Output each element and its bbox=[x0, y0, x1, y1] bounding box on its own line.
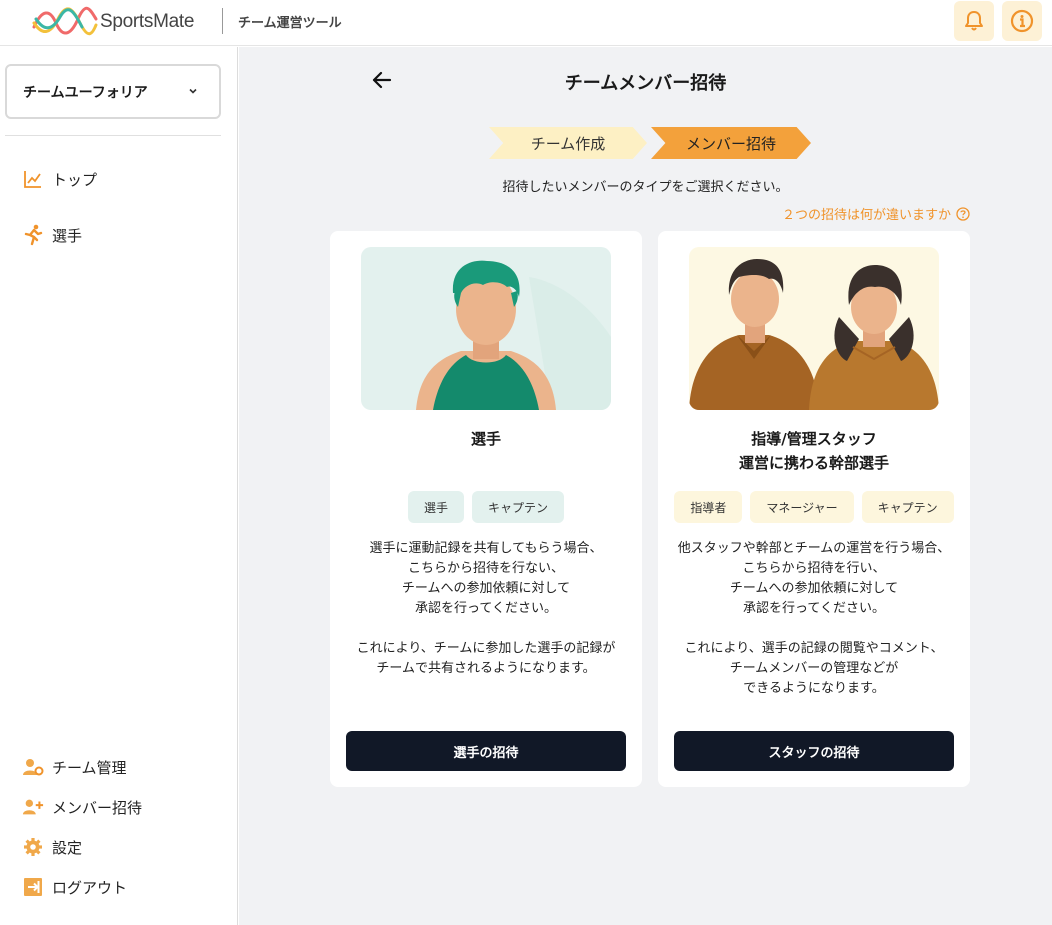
user-plus-icon bbox=[22, 796, 44, 818]
runner-icon bbox=[22, 224, 44, 246]
notifications-button[interactable] bbox=[954, 1, 994, 41]
chart-line-icon bbox=[22, 168, 44, 190]
staff-card-title: 指導/管理スタッフ 運営に携わる幹部選手 bbox=[658, 427, 970, 475]
difference-help-link[interactable]: ２つの招待は何が違いますか bbox=[782, 204, 970, 223]
team-select-value: チームユーフォリア bbox=[23, 84, 148, 101]
user-gear-icon bbox=[22, 756, 44, 778]
staff-card-description: 他スタッフや幹部とチームの運営を行う場合、 こちらから招待を行い、 チームへの参… bbox=[677, 541, 951, 696]
sidebar-divider bbox=[5, 135, 221, 136]
logo[interactable]: SportsMate bbox=[32, 5, 194, 39]
question-circle-icon bbox=[956, 206, 970, 221]
staff-tag-list: 指導者 マネージャー キャプテン bbox=[658, 491, 970, 523]
main-content: チームメンバー招待 チーム作成 メンバー招待 招待したいメンバーのタイプをご選択… bbox=[239, 47, 1052, 925]
instruction-text: 招待したいメンバーのタイプをご選択ください。 bbox=[502, 180, 789, 195]
page-title: チームメンバー招待 bbox=[564, 73, 727, 94]
back-button[interactable] bbox=[370, 68, 394, 92]
bell-icon bbox=[965, 11, 983, 31]
sidebar-item-label: メンバー招待 bbox=[52, 798, 143, 817]
logout-icon bbox=[22, 876, 44, 898]
header-divider bbox=[222, 8, 223, 34]
sidebar-item-label: チーム管理 bbox=[52, 758, 127, 777]
sidebar: チームユーフォリア トップ 選手 チーム管理 メンバー招待 設定 ログアウト bbox=[0, 47, 238, 925]
sidebar-item-label: トップ bbox=[52, 170, 98, 189]
staff-illustration bbox=[689, 247, 939, 410]
logo-wave-icon bbox=[32, 6, 98, 36]
sidebar-item-top[interactable]: トップ bbox=[22, 168, 97, 190]
gear-icon bbox=[22, 836, 44, 858]
tag: キャプテン bbox=[472, 491, 565, 523]
player-card-description: 選手に運動記録を共有してもらう場合、 こちらから招待を行ない、 チームへの参加依… bbox=[356, 541, 616, 676]
sidebar-item-member-invite[interactable]: メンバー招待 bbox=[22, 796, 142, 818]
player-illustration bbox=[361, 247, 611, 410]
step-team-create: チーム作成 bbox=[489, 127, 647, 159]
player-invite-card: 選手 選手 キャプテン 選手に運動記録を共有してもらう場合、 こちらから招待を行… bbox=[330, 231, 642, 787]
tag: キャプテン bbox=[861, 491, 954, 523]
info-icon bbox=[1010, 9, 1034, 33]
tag: マネージャー bbox=[750, 491, 854, 523]
sidebar-item-logout[interactable]: ログアウト bbox=[22, 876, 127, 898]
player-tag-list: 選手 キャプテン bbox=[330, 491, 642, 523]
invite-player-button[interactable]: 選手の招待 bbox=[346, 731, 626, 771]
sidebar-item-label: 設定 bbox=[52, 838, 83, 857]
team-select[interactable]: チームユーフォリア bbox=[5, 64, 221, 119]
staff-card-title-line2: 運営に携わる幹部選手 bbox=[738, 454, 889, 472]
tag: 選手 bbox=[407, 491, 464, 523]
sidebar-item-settings[interactable]: 設定 bbox=[22, 836, 82, 858]
info-button[interactable] bbox=[1002, 1, 1042, 41]
staff-card-title-line1: 指導/管理スタッフ bbox=[751, 430, 877, 448]
sidebar-item-label: 選手 bbox=[52, 226, 83, 245]
invite-staff-button[interactable]: スタッフの招待 bbox=[674, 731, 954, 771]
step-member-invite: メンバー招待 bbox=[651, 127, 811, 159]
header-subtitle: チーム運営ツール bbox=[238, 16, 342, 31]
tag: 指導者 bbox=[674, 491, 743, 523]
sidebar-item-label: ログアウト bbox=[52, 878, 128, 897]
sidebar-item-players[interactable]: 選手 bbox=[22, 224, 82, 246]
difference-help-label: ２つの招待は何が違いますか bbox=[781, 208, 951, 223]
arrow-left-icon bbox=[372, 71, 392, 89]
player-card-title: 選手 bbox=[470, 430, 501, 448]
logo-text: SportsMate bbox=[100, 11, 195, 32]
sidebar-item-team-management[interactable]: チーム管理 bbox=[22, 756, 127, 778]
chevron-down-icon bbox=[189, 88, 197, 94]
staff-invite-card: 指導/管理スタッフ 運営に携わる幹部選手 指導者 マネージャー キャプテン 他ス… bbox=[658, 231, 970, 787]
app-header: SportsMate チーム運営ツール bbox=[0, 0, 1052, 46]
